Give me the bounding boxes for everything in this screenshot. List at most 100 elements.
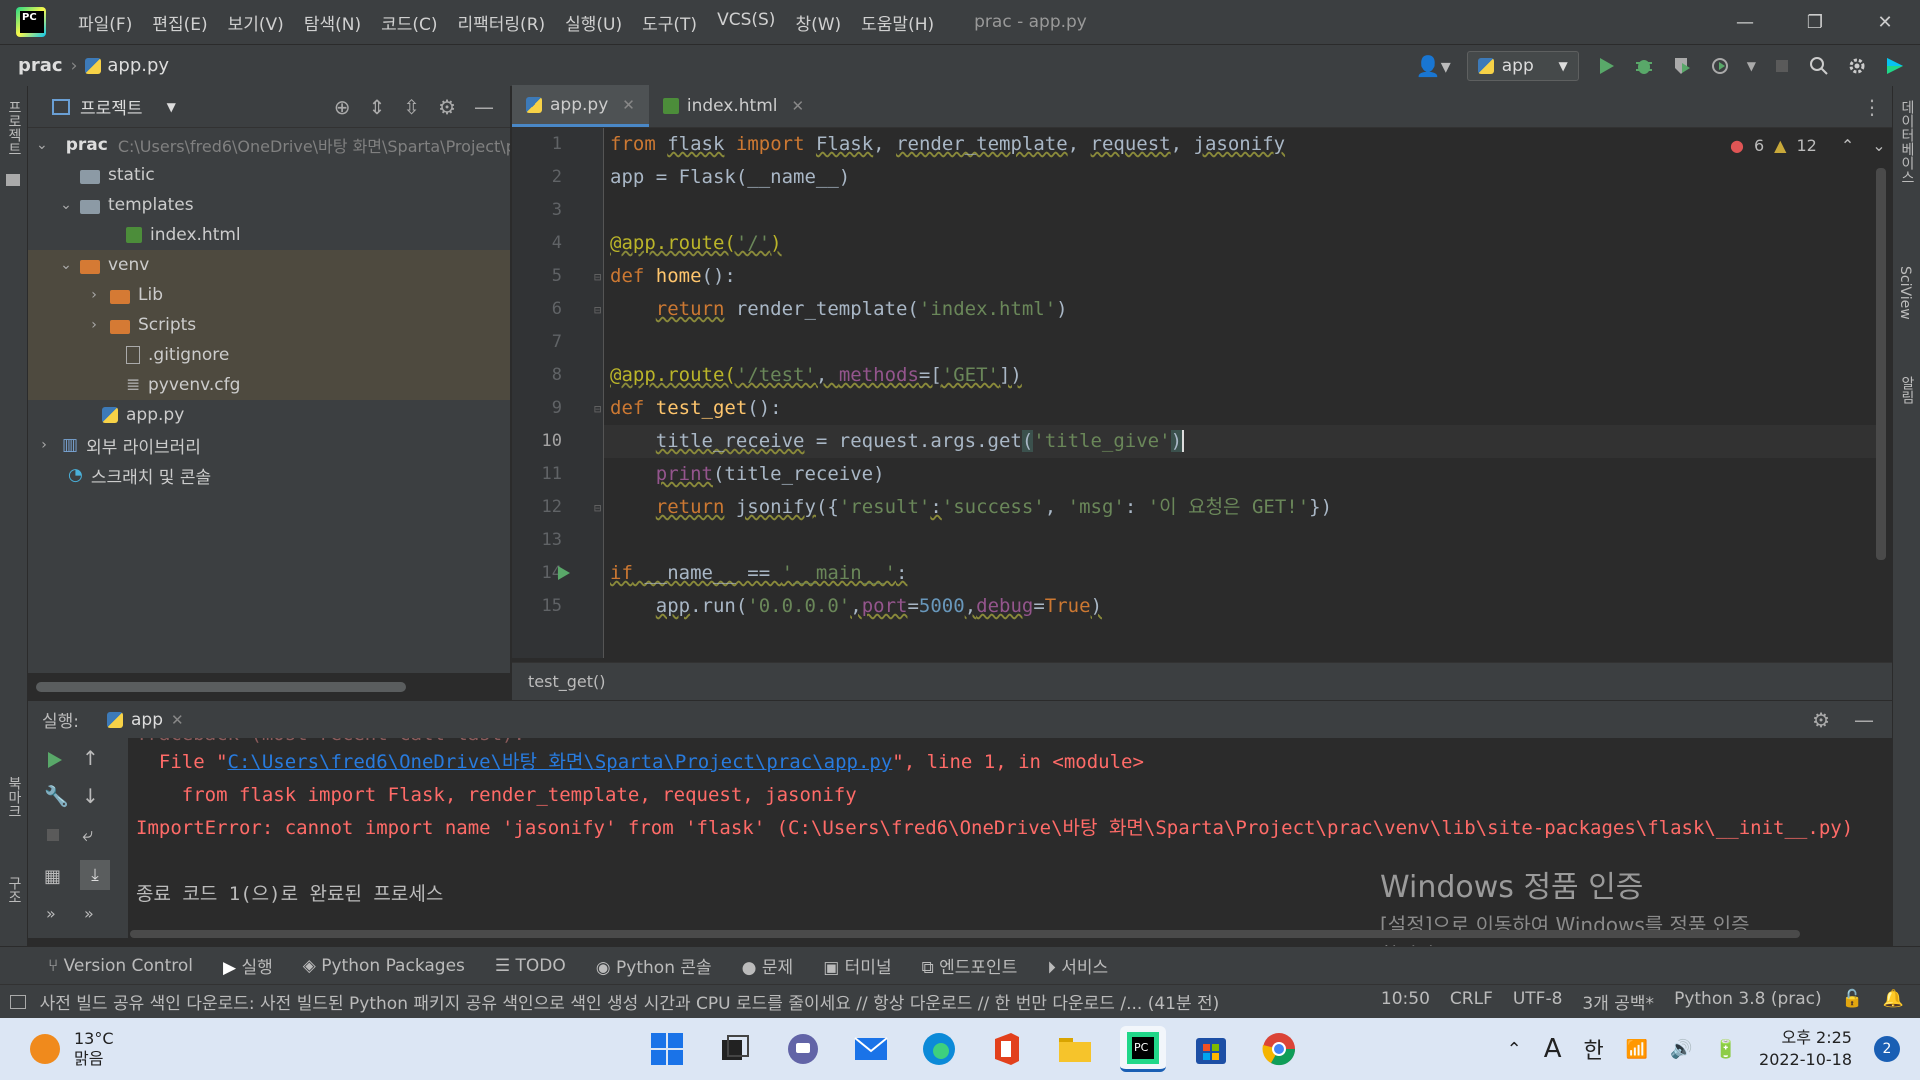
tree-item-index-html[interactable]: index.html bbox=[28, 220, 510, 250]
notification-badge[interactable]: 2 bbox=[1874, 1036, 1900, 1062]
console-horizontal-scrollbar[interactable] bbox=[130, 930, 1800, 938]
tree-item-templates[interactable]: ⌄ templates bbox=[28, 190, 510, 220]
edge-browser-icon[interactable] bbox=[916, 1026, 962, 1072]
file-explorer-icon[interactable] bbox=[1052, 1026, 1098, 1072]
code-editor[interactable]: from flask import Flask, render_template… bbox=[604, 128, 1876, 658]
notifications-tool-tab[interactable]: 알림 bbox=[1897, 376, 1917, 404]
expand-all-icon[interactable]: ⇕ bbox=[369, 95, 386, 119]
hide-panel-icon[interactable]: — bbox=[1854, 708, 1874, 732]
menu-file[interactable]: 파일(F) bbox=[68, 10, 142, 35]
close-tab-icon[interactable]: ✕ bbox=[791, 97, 804, 115]
menu-help[interactable]: 도움말(H) bbox=[851, 10, 944, 35]
tab-version-control[interactable]: ⑂ Version Control bbox=[48, 956, 193, 976]
tree-item-prac[interactable]: ⌄ prac C:\Users\fred6\OneDrive\바탕 화면\Spa… bbox=[28, 130, 510, 160]
locate-file-icon[interactable]: ⊕ bbox=[334, 95, 351, 119]
tool-windows-toggle-icon[interactable] bbox=[10, 994, 26, 1009]
tab-problems[interactable]: ● 문제 bbox=[742, 953, 794, 978]
run-config-selector[interactable]: app ▼ bbox=[1466, 50, 1579, 81]
editor-breadcrumb[interactable]: test_get() bbox=[512, 662, 1892, 700]
arrow-up-icon[interactable]: ↑ bbox=[82, 746, 99, 770]
tree-item-venv[interactable]: ⌄ venv bbox=[28, 250, 510, 280]
fold-icon[interactable]: ⊟ bbox=[594, 303, 601, 317]
event-log-icon[interactable]: 🔔 bbox=[1883, 989, 1904, 1014]
wifi-icon[interactable]: 📶 bbox=[1626, 1039, 1648, 1060]
collapse-all-icon[interactable]: ⇳ bbox=[403, 95, 420, 119]
chevron-down-icon[interactable]: ▼ bbox=[167, 100, 176, 114]
menu-vcs[interactable]: VCS(S) bbox=[707, 10, 785, 35]
profile-icon[interactable] bbox=[1709, 55, 1731, 77]
soft-wrap-icon[interactable]: ⤶ bbox=[82, 822, 93, 846]
menu-run[interactable]: 실행(U) bbox=[555, 10, 632, 35]
user-account-icon[interactable]: 👤▾ bbox=[1416, 54, 1451, 78]
run-gutter-icon[interactable] bbox=[556, 565, 572, 581]
fold-icon[interactable]: ⊟ bbox=[594, 270, 601, 284]
lock-icon[interactable]: 🔓 bbox=[1842, 989, 1863, 1014]
stop-icon[interactable] bbox=[1772, 56, 1792, 76]
restore-button[interactable]: ❐ bbox=[1780, 12, 1850, 33]
hide-panel-icon[interactable]: — bbox=[474, 95, 494, 119]
tree-item-gitignore[interactable]: .gitignore bbox=[28, 340, 510, 370]
tab-run[interactable]: ▶ 실행 bbox=[223, 953, 273, 978]
structure-tool-tab[interactable]: 구조 bbox=[4, 876, 24, 904]
more-tabs-icon[interactable]: ⋮ bbox=[1862, 95, 1882, 119]
mail-icon[interactable] bbox=[848, 1026, 894, 1072]
volume-icon[interactable]: 🔊 bbox=[1670, 1039, 1692, 1060]
run-panel-settings-gear-icon[interactable]: ⚙ bbox=[1812, 708, 1830, 732]
bookmarks-tool-tab[interactable]: 북마크 bbox=[4, 776, 24, 818]
ime-mode-indicator[interactable]: 한 bbox=[1584, 1033, 1604, 1065]
menu-window[interactable]: 창(W) bbox=[785, 10, 851, 35]
fold-icon[interactable]: ⊟ bbox=[594, 402, 601, 416]
layout-icon[interactable]: ▦ bbox=[44, 866, 61, 887]
python-interpreter[interactable]: Python 3.8 (prac) bbox=[1674, 989, 1822, 1014]
chevron-right-icon[interactable]: › bbox=[36, 437, 52, 453]
menu-view[interactable]: 보기(V) bbox=[218, 10, 294, 35]
caret-position[interactable]: 10:50 bbox=[1381, 989, 1430, 1014]
debug-icon[interactable] bbox=[1633, 55, 1655, 77]
previous-highlight-icon[interactable]: ⌃ bbox=[1841, 136, 1854, 155]
battery-icon[interactable]: 🔋 bbox=[1715, 1039, 1737, 1060]
menu-tools[interactable]: 도구(T) bbox=[632, 10, 707, 35]
minimize-button[interactable]: — bbox=[1710, 12, 1780, 33]
traceback-file-link[interactable]: C:\Users\fred6\OneDrive\바탕 화면\Sparta\Pro… bbox=[228, 751, 893, 773]
pycharm-taskbar-icon[interactable]: PC bbox=[1120, 1026, 1166, 1072]
tab-todo[interactable]: ☰ TODO bbox=[495, 956, 566, 976]
more-run-options-icon[interactable]: ▼ bbox=[1747, 59, 1756, 73]
chrome-browser-icon[interactable] bbox=[1256, 1026, 1302, 1072]
coverage-icon[interactable] bbox=[1671, 55, 1693, 77]
tree-item-scratches[interactable]: ◔ 스크래치 및 콘솔 bbox=[28, 460, 510, 490]
stop-icon[interactable] bbox=[44, 826, 62, 844]
rerun-icon[interactable] bbox=[44, 750, 64, 770]
chevron-down-icon[interactable]: ⌄ bbox=[58, 257, 74, 273]
tab-index-html[interactable]: index.html ✕ bbox=[649, 85, 818, 127]
file-encoding[interactable]: UTF-8 bbox=[1513, 989, 1563, 1014]
jetbrains-plugin-icon[interactable] bbox=[1884, 55, 1906, 77]
chevron-down-icon[interactable]: ⌄ bbox=[36, 137, 48, 153]
more-tools-icon[interactable]: » bbox=[46, 904, 56, 923]
breadcrumb-file[interactable]: app.py bbox=[85, 55, 169, 76]
start-windows-icon[interactable] bbox=[644, 1026, 690, 1072]
menu-edit[interactable]: 편집(E) bbox=[142, 10, 217, 35]
menu-refactor[interactable]: 리팩터링(R) bbox=[448, 10, 556, 35]
run-icon[interactable] bbox=[1595, 55, 1617, 77]
fold-icon[interactable]: ⊟ bbox=[594, 501, 601, 515]
tree-item-static[interactable]: static bbox=[28, 160, 510, 190]
tree-item-pyvenv-cfg[interactable]: ≣ pyvenv.cfg bbox=[28, 370, 510, 400]
pycharm-logo-icon[interactable] bbox=[16, 7, 46, 37]
project-panel-title[interactable]: 프로젝트 bbox=[80, 94, 143, 119]
tab-endpoints[interactable]: ⧉ 엔드포인트 bbox=[922, 953, 1018, 978]
status-message[interactable]: 사전 빌드 공유 색인 다운로드: 사전 빌드된 Python 패키지 공유 색… bbox=[40, 989, 1381, 1014]
clock[interactable]: 오후 2:25 2022-10-18 bbox=[1759, 1027, 1852, 1071]
run-tab-app[interactable]: app ✕ bbox=[107, 710, 184, 730]
ime-language-indicator[interactable]: A bbox=[1544, 1034, 1562, 1064]
database-tool-tab[interactable]: 데이터베이스 bbox=[1897, 100, 1917, 184]
tree-item-app-py[interactable]: app.py bbox=[28, 400, 510, 430]
next-highlight-icon[interactable]: ⌄ bbox=[1872, 136, 1885, 155]
microsoft-store-icon[interactable] bbox=[1188, 1026, 1234, 1072]
inspection-widget[interactable]: ● 6 ▲ 12 ⌃ ⌄ bbox=[1730, 136, 1886, 155]
tab-python-packages[interactable]: ◈ Python Packages bbox=[303, 956, 465, 976]
wrench-icon[interactable]: 🔧 bbox=[44, 784, 69, 808]
arrow-down-icon[interactable]: ↓ bbox=[82, 784, 99, 808]
project-tool-tab[interactable]: 프로젝트 bbox=[4, 100, 24, 156]
close-tab-icon[interactable]: ✕ bbox=[622, 96, 635, 114]
panel-settings-gear-icon[interactable]: ⚙ bbox=[438, 95, 456, 119]
